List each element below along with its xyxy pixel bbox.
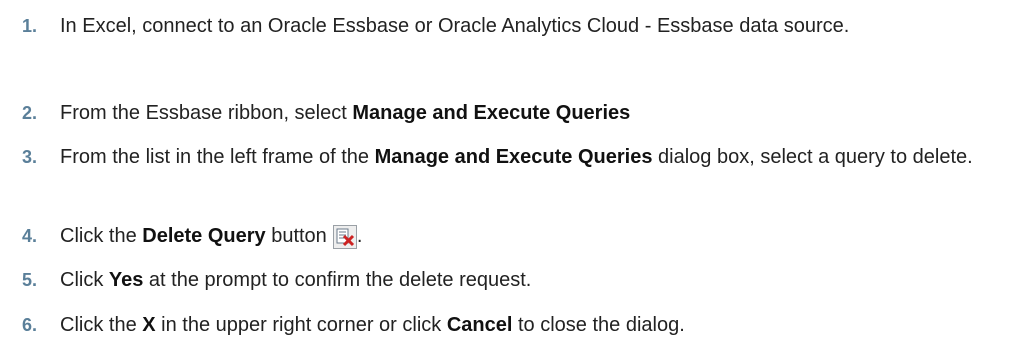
step-text: In Excel, connect to an Oracle Essbase o… [60,12,1018,40]
step-4-end-text: . [356,225,363,247]
step-5-pre-text: Click [60,269,109,291]
step-text: Click the Delete Query button . [60,222,1018,250]
step-6-post-text: to close the dialog. [512,314,685,336]
step-text: From the list in the left frame of the M… [60,143,1018,171]
step-number: 6. [22,315,38,335]
step-number: 5. [22,270,38,290]
step-text: From the Essbase ribbon, select Manage a… [60,99,1018,127]
step-3-pre-text: From the list in the left frame of the [60,146,375,168]
step-2-pre-text: From the Essbase ribbon, select [60,102,353,124]
manage-execute-queries-dialog-name: Manage and Execute Queries [374,146,653,168]
step-text: Click the X in the upper right corner or… [60,311,1018,339]
step-3-post-text: dialog box, select a query to delete. [652,146,973,168]
yes-button-name: Yes [108,269,144,291]
step-number: 1. [22,16,38,36]
step-number: 4. [22,226,38,246]
delete-query-button-name: Delete Query [142,225,266,247]
manage-execute-queries-command: Manage and Execute Queries [352,102,631,124]
step-1-text: In Excel, connect to an Oracle Essbase o… [60,15,850,37]
step-4-post-text: button [265,225,327,247]
step-6-pre-text: Click the [60,314,143,336]
cancel-button-name: Cancel [446,314,513,336]
step-4-pre-text: Click the [60,225,143,247]
step-number: 3. [22,147,38,167]
step-number: 2. [22,103,38,123]
step-text: Click Yes at the prompt to confirm the d… [60,266,1018,294]
step-6-mid-text: in the upper right corner or click [155,314,447,336]
procedure-steps-list: 1. In Excel, connect to an Oracle Essbas… [0,0,1024,352]
step-5-post-text: at the prompt to confirm the delete requ… [143,269,532,291]
delete-query-icon [332,225,357,249]
close-x-label: X [142,314,156,336]
